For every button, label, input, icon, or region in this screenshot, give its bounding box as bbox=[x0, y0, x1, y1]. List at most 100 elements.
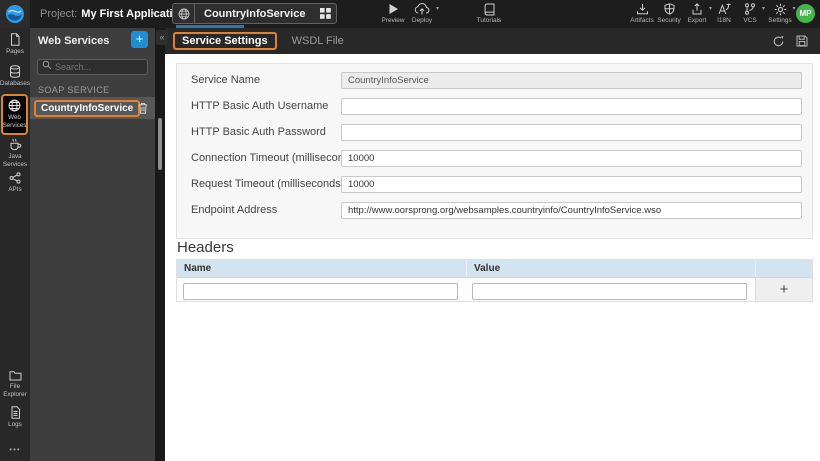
service-tabbar: Service Settings WSDL File bbox=[165, 28, 820, 54]
tutorials-button[interactable]: Tutorials bbox=[472, 2, 506, 24]
deploy-button[interactable]: ▾ Deploy bbox=[405, 2, 439, 24]
download-icon bbox=[636, 2, 649, 16]
app-logo[interactable] bbox=[0, 0, 30, 28]
globe-icon bbox=[173, 4, 195, 23]
add-service-button[interactable]: + bbox=[131, 31, 148, 48]
form-row-auth-password: HTTP Basic Auth Password bbox=[177, 124, 812, 141]
headers-table-header: Name Value bbox=[177, 259, 812, 278]
sidebar-item-file-explorer[interactable]: File Explorer bbox=[0, 370, 30, 399]
refresh-icon[interactable] bbox=[772, 35, 785, 48]
headers-table-row: + bbox=[177, 278, 812, 301]
panel-title: Web Services bbox=[38, 35, 110, 47]
left-nav-rail: Pages Databases Web Services Java Servic… bbox=[0, 28, 30, 461]
wavemaker-logo-icon bbox=[5, 4, 25, 24]
form-row-service-name: Service Name bbox=[177, 72, 812, 89]
service-search bbox=[37, 57, 148, 75]
play-icon bbox=[388, 2, 399, 16]
field-label: Connection Timeout (milliseconds) bbox=[191, 152, 360, 164]
gear-icon: ▾ bbox=[774, 2, 796, 16]
delete-service-icon[interactable] bbox=[138, 102, 148, 114]
export-arrow-icon: ▾ bbox=[691, 2, 712, 16]
i18n-button[interactable]: I18N bbox=[711, 2, 737, 24]
add-header-button[interactable]: + bbox=[780, 282, 789, 297]
cloud-upload-icon: ▾ bbox=[414, 2, 439, 16]
web-services-panel: Web Services + SOAP SERVICE CountryInfoS… bbox=[30, 28, 155, 461]
field-label: HTTP Basic Auth Username bbox=[191, 100, 329, 112]
search-icon bbox=[42, 60, 52, 70]
chevron-down-icon: ▾ bbox=[792, 6, 796, 12]
sidebar-item-apis[interactable]: APIs bbox=[0, 172, 30, 194]
header-value-cell bbox=[466, 278, 755, 301]
sidebar-item-logs[interactable]: Logs bbox=[0, 406, 30, 429]
auth-username-field[interactable] bbox=[341, 98, 802, 115]
service-tab-title: CountryInfoService bbox=[204, 7, 306, 20]
service-settings-form: Service Name HTTP Basic Auth Username HT… bbox=[176, 63, 813, 239]
top-bar: Project: My First Application › CountryIn… bbox=[0, 0, 820, 28]
headers-table: Name Value + bbox=[176, 259, 813, 302]
collapse-panel-button[interactable]: « bbox=[156, 30, 168, 45]
project-name: My First Application bbox=[81, 8, 187, 20]
pages-icon bbox=[9, 33, 21, 46]
project-breadcrumb: Project: My First Application bbox=[40, 0, 186, 28]
breadcrumb-chevron-icon: › bbox=[150, 4, 156, 21]
sidebar-item-pages[interactable]: Pages bbox=[0, 33, 30, 56]
column-header-actions bbox=[755, 259, 812, 277]
user-avatar[interactable]: MP bbox=[796, 4, 815, 23]
endpoint-address-field[interactable] bbox=[341, 202, 802, 219]
auth-password-field[interactable] bbox=[341, 124, 802, 141]
search-input[interactable] bbox=[37, 59, 148, 75]
coffee-cup-icon bbox=[9, 138, 22, 151]
divider-scrollbar[interactable] bbox=[158, 118, 162, 170]
field-label: Request Timeout (milliseconds) bbox=[191, 178, 345, 190]
settings-button[interactable]: ▾ Settings bbox=[763, 2, 797, 24]
column-header-value: Value bbox=[466, 259, 755, 277]
service-list-item[interactable]: CountryInfoService bbox=[30, 97, 155, 119]
panel-divider bbox=[155, 28, 165, 461]
app-window: Project: My First Application › CountryIn… bbox=[0, 0, 820, 461]
project-label: Project: bbox=[40, 8, 78, 20]
shield-icon bbox=[664, 2, 675, 16]
sidebar-item-java-services[interactable]: Java Services bbox=[0, 138, 30, 169]
folder-icon bbox=[9, 370, 22, 381]
loading-progress-bar bbox=[176, 25, 244, 28]
vcs-button[interactable]: ▾ VCS bbox=[737, 2, 765, 24]
save-icon[interactable] bbox=[796, 35, 808, 47]
tab-service-settings[interactable]: Service Settings bbox=[173, 32, 277, 50]
security-button[interactable]: Security bbox=[653, 2, 685, 24]
field-label: HTTP Basic Auth Password bbox=[191, 126, 326, 138]
database-icon bbox=[9, 65, 21, 78]
api-nodes-icon bbox=[9, 172, 21, 184]
header-name-cell bbox=[177, 278, 466, 301]
more-menu-icon[interactable]: ••• bbox=[0, 445, 30, 454]
preview-button[interactable]: Preview bbox=[378, 2, 408, 24]
column-header-name: Name bbox=[184, 263, 212, 274]
header-value-input[interactable] bbox=[472, 283, 747, 300]
tab-wsdl-file[interactable]: WSDL File bbox=[292, 35, 344, 47]
headers-section-title: Headers bbox=[177, 239, 234, 256]
form-row-request-timeout: Request Timeout (milliseconds) bbox=[177, 176, 812, 193]
chevron-down-icon: ▾ bbox=[435, 6, 439, 12]
header-name-input[interactable] bbox=[183, 283, 458, 300]
form-row-auth-username: HTTP Basic Auth Username bbox=[177, 98, 812, 115]
logs-document-icon bbox=[10, 406, 21, 419]
main-content: Service Settings WSDL File Service Name … bbox=[165, 28, 820, 461]
sidebar-item-web-services[interactable]: Web Services bbox=[1, 94, 28, 135]
soap-service-section-label: SOAP SERVICE bbox=[38, 85, 110, 95]
tabbar-actions bbox=[772, 28, 808, 54]
branch-icon: ▾ bbox=[744, 2, 765, 16]
sidebar-item-databases[interactable]: Databases bbox=[0, 65, 30, 88]
form-row-connection-timeout: Connection Timeout (milliseconds) bbox=[177, 150, 812, 167]
service-tab[interactable]: CountryInfoService bbox=[172, 3, 338, 24]
header-add-cell: + bbox=[755, 278, 812, 301]
service-name: CountryInfoService bbox=[34, 99, 141, 117]
export-button[interactable]: ▾ I18N Export bbox=[682, 2, 712, 24]
form-row-endpoint-address: Endpoint Address bbox=[177, 202, 812, 219]
globe-icon bbox=[8, 99, 21, 112]
field-label: Service Name bbox=[191, 74, 261, 86]
service-name-field bbox=[341, 72, 802, 89]
book-icon bbox=[484, 2, 495, 16]
grid-icon[interactable] bbox=[314, 4, 336, 23]
field-label: Endpoint Address bbox=[191, 204, 278, 216]
request-timeout-field[interactable] bbox=[341, 176, 802, 193]
connection-timeout-field[interactable] bbox=[341, 150, 802, 167]
